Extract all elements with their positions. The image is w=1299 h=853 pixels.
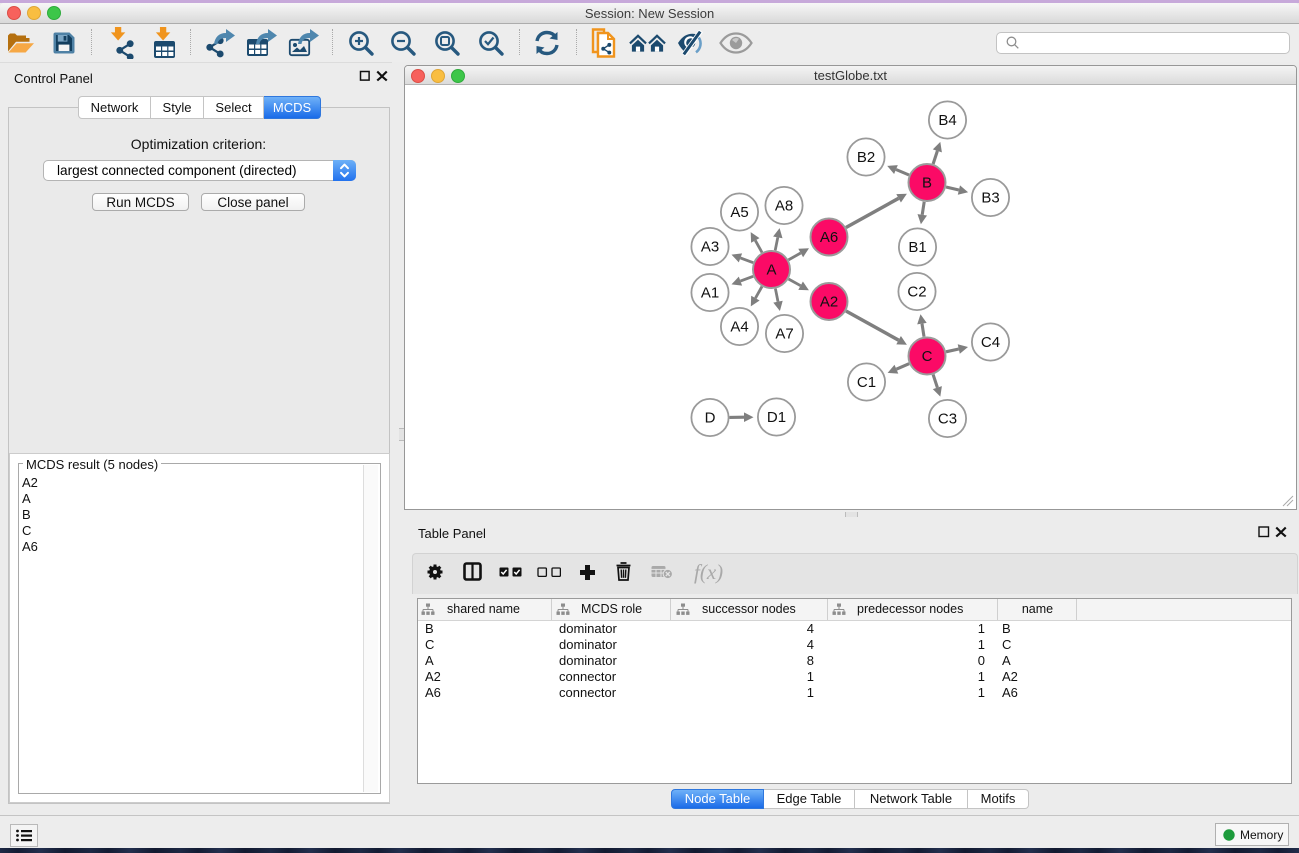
svg-text:D1: D1 bbox=[767, 409, 786, 426]
svg-text:A2: A2 bbox=[820, 294, 838, 311]
svg-text:A1: A1 bbox=[701, 285, 719, 302]
svg-text:A4: A4 bbox=[730, 319, 748, 336]
svg-text:B4: B4 bbox=[938, 112, 956, 129]
svg-text:C1: C1 bbox=[857, 374, 876, 391]
svg-text:A5: A5 bbox=[730, 204, 748, 221]
svg-text:A: A bbox=[766, 262, 776, 279]
svg-text:B2: B2 bbox=[857, 149, 875, 166]
svg-text:A6: A6 bbox=[820, 229, 838, 246]
svg-text:B3: B3 bbox=[981, 190, 999, 207]
svg-text:C4: C4 bbox=[981, 334, 1000, 351]
svg-text:A8: A8 bbox=[775, 198, 793, 215]
svg-text:C: C bbox=[922, 348, 933, 365]
svg-text:B1: B1 bbox=[908, 239, 926, 256]
svg-text:D: D bbox=[705, 410, 716, 427]
svg-text:A7: A7 bbox=[775, 326, 793, 343]
svg-text:A3: A3 bbox=[701, 239, 719, 256]
svg-text:C3: C3 bbox=[938, 411, 957, 428]
svg-text:B: B bbox=[922, 175, 932, 192]
svg-text:C2: C2 bbox=[907, 284, 926, 301]
